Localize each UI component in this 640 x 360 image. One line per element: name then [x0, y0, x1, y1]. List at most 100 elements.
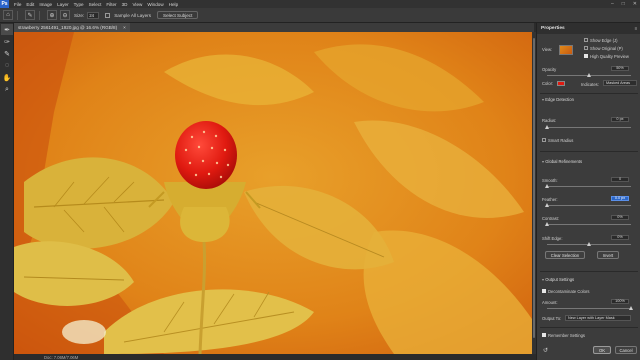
output-to-label: Output To:: [542, 316, 562, 321]
sample-all-layers-checkbox[interactable]: [105, 12, 111, 18]
high-quality-preview-label: High Quality Preview: [590, 54, 629, 59]
panel-header: Properties: [537, 23, 640, 34]
brush-icon[interactable]: ✎: [1, 48, 13, 59]
menu-bar: Ps File Edit Image Layer Type Select Fil…: [0, 0, 640, 8]
scrollbar-thumb[interactable]: [533, 38, 535, 338]
slider-knob[interactable]: [545, 203, 549, 207]
menu-3d[interactable]: 3D: [122, 2, 128, 7]
view-mode-thumbnail[interactable]: [559, 45, 573, 55]
shift-edge-value[interactable]: 0%: [611, 235, 629, 240]
opacity-slider[interactable]: [547, 73, 631, 77]
edge-detection-section[interactable]: Edge Detection: [542, 97, 574, 102]
hand-icon[interactable]: ✋: [1, 72, 13, 83]
divider: [39, 10, 40, 20]
slider-knob[interactable]: [587, 73, 591, 77]
opacity-label: Opacity: [542, 67, 557, 72]
clear-selection-button[interactable]: Clear Selection: [545, 251, 585, 259]
lasso-icon[interactable]: ◌: [1, 60, 13, 71]
image-canvas[interactable]: [14, 32, 534, 354]
menu-image[interactable]: Image: [39, 2, 52, 7]
menu-view[interactable]: View: [132, 2, 142, 7]
cancel-button[interactable]: Cancel: [615, 346, 637, 354]
zoom-icon[interactable]: ⌕: [1, 84, 13, 95]
decontaminate-colors-checkbox[interactable]: [542, 289, 546, 293]
document-tab-bar: strawberry 2561491_1920.jpg @ 16.6% (RGB…: [14, 23, 534, 32]
close-icon[interactable]: ✕: [633, 1, 637, 7]
opacity-value[interactable]: 50%: [611, 66, 629, 71]
shift-edge-slider[interactable]: [547, 242, 631, 246]
refine-edge-brush-icon[interactable]: ✑: [1, 36, 13, 47]
menu-window[interactable]: Window: [147, 2, 163, 7]
slider-knob[interactable]: [545, 125, 549, 129]
add-to-selection-icon[interactable]: ⊕: [47, 10, 57, 20]
color-label: Color:: [542, 81, 554, 86]
radius-slider[interactable]: [545, 125, 631, 129]
menu-filter[interactable]: Filter: [106, 2, 116, 7]
properties-panel: Properties ≡ View: Show Edge (J) Show Or…: [536, 23, 640, 360]
smooth-value[interactable]: 0: [611, 177, 629, 182]
divider: [540, 327, 638, 328]
output-to-dropdown[interactable]: New Layer with Layer Mask: [565, 315, 631, 321]
contrast-value[interactable]: 0%: [611, 215, 629, 220]
radius-value[interactable]: 0 px: [611, 117, 629, 122]
show-original-label: Show Original (P): [590, 46, 623, 51]
size-label: Size:: [74, 12, 85, 18]
maximize-icon[interactable]: □: [622, 1, 625, 7]
radius-label: Radius:: [542, 118, 557, 123]
menu-file[interactable]: File: [14, 2, 21, 7]
remember-settings-checkbox[interactable]: [542, 333, 546, 337]
menu-select[interactable]: Select: [89, 2, 102, 7]
divider: [540, 151, 638, 152]
menu-edit[interactable]: Edit: [26, 2, 34, 7]
slider-knob[interactable]: [545, 184, 549, 188]
home-icon[interactable]: ⌂: [3, 10, 13, 20]
output-settings-section[interactable]: Output Settings: [542, 277, 574, 282]
mask-color-swatch[interactable]: [557, 81, 565, 86]
reset-icon[interactable]: ↺: [543, 347, 548, 354]
global-refinements-section[interactable]: Global Refinements: [542, 159, 582, 164]
subtract-from-selection-icon[interactable]: ⊖: [60, 10, 70, 20]
status-bar: Doc: 7.06M/7.06M: [14, 354, 534, 360]
quick-selection-icon[interactable]: ✒: [1, 24, 13, 35]
show-edge-checkbox[interactable]: [584, 38, 588, 42]
contrast-slider[interactable]: [545, 222, 631, 226]
smooth-slider[interactable]: [545, 184, 631, 188]
brush-tool-preset-icon[interactable]: ✎: [25, 10, 35, 20]
slider-knob[interactable]: [587, 242, 591, 246]
remember-settings-label: Remember Settings: [548, 333, 586, 338]
select-subject-button[interactable]: Select Subject: [157, 11, 199, 19]
size-input[interactable]: 24: [87, 11, 100, 19]
sample-all-layers-label: Sample All Layers: [114, 12, 151, 18]
window-controls: – □ ✕: [611, 0, 637, 8]
divider: [540, 271, 638, 272]
feather-slider[interactable]: [545, 203, 631, 207]
show-original-checkbox[interactable]: [584, 46, 588, 50]
ok-button[interactable]: OK: [593, 346, 611, 354]
panel-menu-icon[interactable]: ≡: [634, 26, 637, 31]
photoshop-logo-icon: Ps: [0, 0, 9, 8]
minimize-icon[interactable]: –: [611, 1, 614, 7]
invert-button[interactable]: Invert: [597, 251, 619, 259]
amount-value[interactable]: 100%: [611, 299, 629, 304]
high-quality-preview-checkbox[interactable]: [584, 54, 588, 58]
decontaminate-colors-label: Decontaminate Colors: [548, 289, 590, 294]
close-tab-icon[interactable]: ×: [123, 25, 126, 30]
menu-type[interactable]: Type: [74, 2, 84, 7]
shift-edge-label: Shift Edge:: [542, 236, 563, 241]
feather-label: Feather:: [542, 197, 558, 202]
divider: [17, 10, 18, 20]
smart-radius-label: Smart Radius: [548, 138, 574, 143]
menu-help[interactable]: Help: [169, 2, 178, 7]
amount-slider[interactable]: [547, 306, 633, 310]
indicates-dropdown[interactable]: Masked Areas: [603, 80, 637, 86]
document-tab[interactable]: strawberry 2561491_1920.jpg @ 16.6% (RGB…: [14, 23, 130, 32]
strawberry-photo-image: [14, 32, 534, 354]
smart-radius-checkbox[interactable]: [542, 138, 546, 142]
feather-value[interactable]: 0.0 px: [611, 196, 629, 201]
smooth-label: Smooth:: [542, 178, 558, 183]
slider-knob[interactable]: [629, 306, 633, 310]
options-bar: ⌂ ✎ ⊕ ⊖ Size: 24 Sample All Layers Selec…: [0, 8, 640, 23]
menu-layer[interactable]: Layer: [57, 2, 69, 7]
slider-knob[interactable]: [545, 222, 549, 226]
show-edge-label: Show Edge (J): [590, 38, 618, 43]
